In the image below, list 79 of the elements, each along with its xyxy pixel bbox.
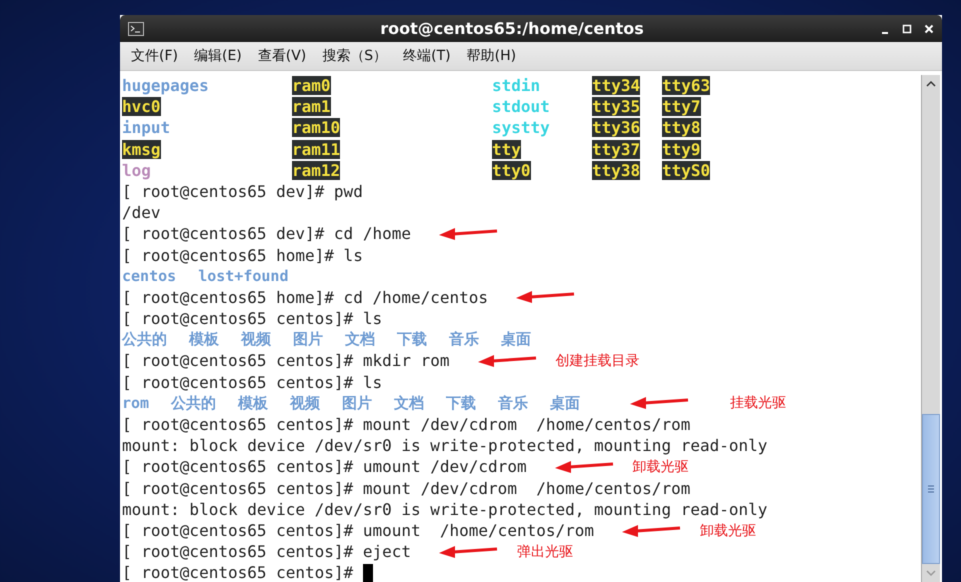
device-name: ram12 [292,160,340,180]
device-name: tty8 [662,118,701,138]
directory-name: 下载 [446,392,476,414]
device-name: ram1 [292,97,331,116]
annotation-label: 卸载光驱 [632,458,689,476]
directory-name: 桌面 [550,392,580,414]
terminal-line: [ root@centos65 centos]# ls [122,372,382,393]
directory-name: 文档 [394,392,424,414]
device-name: ram11 [292,140,340,159]
terminal-line: [ root@centos65 dev]# pwd [122,180,363,202]
socket-name: log [122,160,151,180]
directory-name: 视频 [290,392,320,414]
directory-name: 模板 [189,329,219,350]
close-icon[interactable] [924,24,934,34]
directory-name: 模板 [238,392,268,414]
directory-name: hugepages [122,76,209,95]
device-name: hvc0 [122,97,161,116]
device-name: tty7 [662,97,701,116]
menu-item[interactable]: 编辑(E) [192,45,243,67]
device-name: tty [492,140,521,159]
menu-item[interactable]: 搜索（S） [321,45,388,67]
terminal-icon [128,22,144,36]
directory-name: 公共的 [122,329,167,350]
link-name: stdout [492,97,550,116]
directory-name: 下载 [397,329,427,350]
grip-icon [928,485,934,493]
directory-name: 公共的 [171,392,216,414]
annotation-label: 挂载光驱 [730,394,786,412]
menu-item[interactable]: 查看(V) [256,45,308,67]
device-name: tty35 [592,97,640,116]
directory-name: 音乐 [449,329,479,350]
terminal-line: [ root@centos65 centos]# mkdir rom [122,350,450,372]
directory-name: centos [122,266,176,287]
device-name: ram10 [292,118,340,138]
annotation-label: 卸载光驱 [700,522,756,540]
terminal-line: [ root@centos65 centos]# umount /home/centos/rom [122,520,594,542]
window-title: root@centos65:/home/centos [379,19,645,38]
terminal-line: [ root@centos65 centos]# umount /dev/cdrom [122,456,527,478]
scroll-thumb[interactable] [922,414,940,564]
terminal-line: [ root@centos65 home]# cd /home/centos [122,286,488,308]
directory-name: 音乐 [498,392,528,414]
terminal-line: [ root@centos65 centos]# mount /dev/cdrom /home/centos/rom [122,414,690,436]
terminal-line: /dev [122,202,161,224]
terminal-line: [ root@centos65 centos]# [122,562,354,582]
directory-name: 文档 [345,329,375,350]
terminal-line: [ root@centos65 home]# ls [122,244,363,266]
directory-name: 图片 [342,392,372,414]
directory-name: 视频 [241,329,271,350]
terminal-line: [ root@centos65 centos]# mount /dev/cdrom /home/centos/rom [122,478,690,499]
terminal-line: [ root@centos65 dev]# cd /home [122,223,411,245]
device-name: tty34 [592,76,640,95]
device-name: tty9 [662,140,701,159]
menu-item[interactable]: 终端(T) [402,45,452,67]
terminal-line: [ root@centos65 centos]# ls [122,308,382,330]
device-name: tty37 [592,140,640,159]
link-name: stdin [492,76,540,95]
directory-name: lost+found [198,266,288,287]
device-name: tty36 [592,118,640,138]
maximize-icon[interactable] [902,24,912,34]
scroll-up-icon[interactable] [924,79,938,89]
device-name: tty63 [662,76,710,95]
link-name: systty [492,118,550,138]
device-name: kmsg [122,140,161,159]
annotation-label: 创建挂载目录 [556,352,640,370]
annotation-label: 弹出光驱 [516,542,573,561]
device-name: tty0 [492,160,531,180]
directory-name: 图片 [293,329,323,350]
directory-name: 桌面 [501,329,531,350]
terminal-line: mount: block device /dev/sr0 is write-protected, mounting read-only [122,498,768,520]
menu-item[interactable]: 文件(F) [130,45,179,67]
terminal-line: [ root@centos65 centos]# eject [122,541,411,562]
directory-name: input [122,118,170,138]
device-name: ttyS0 [662,160,710,180]
scrollbar[interactable] [921,75,940,582]
device-name: ram0 [292,76,331,95]
menu-item[interactable]: 帮助(H) [466,45,518,67]
terminal-line: mount: block device /dev/sr0 is write-protected, mounting read-only [122,435,768,456]
device-name: tty38 [592,160,640,180]
directory-name: rom [122,392,150,414]
